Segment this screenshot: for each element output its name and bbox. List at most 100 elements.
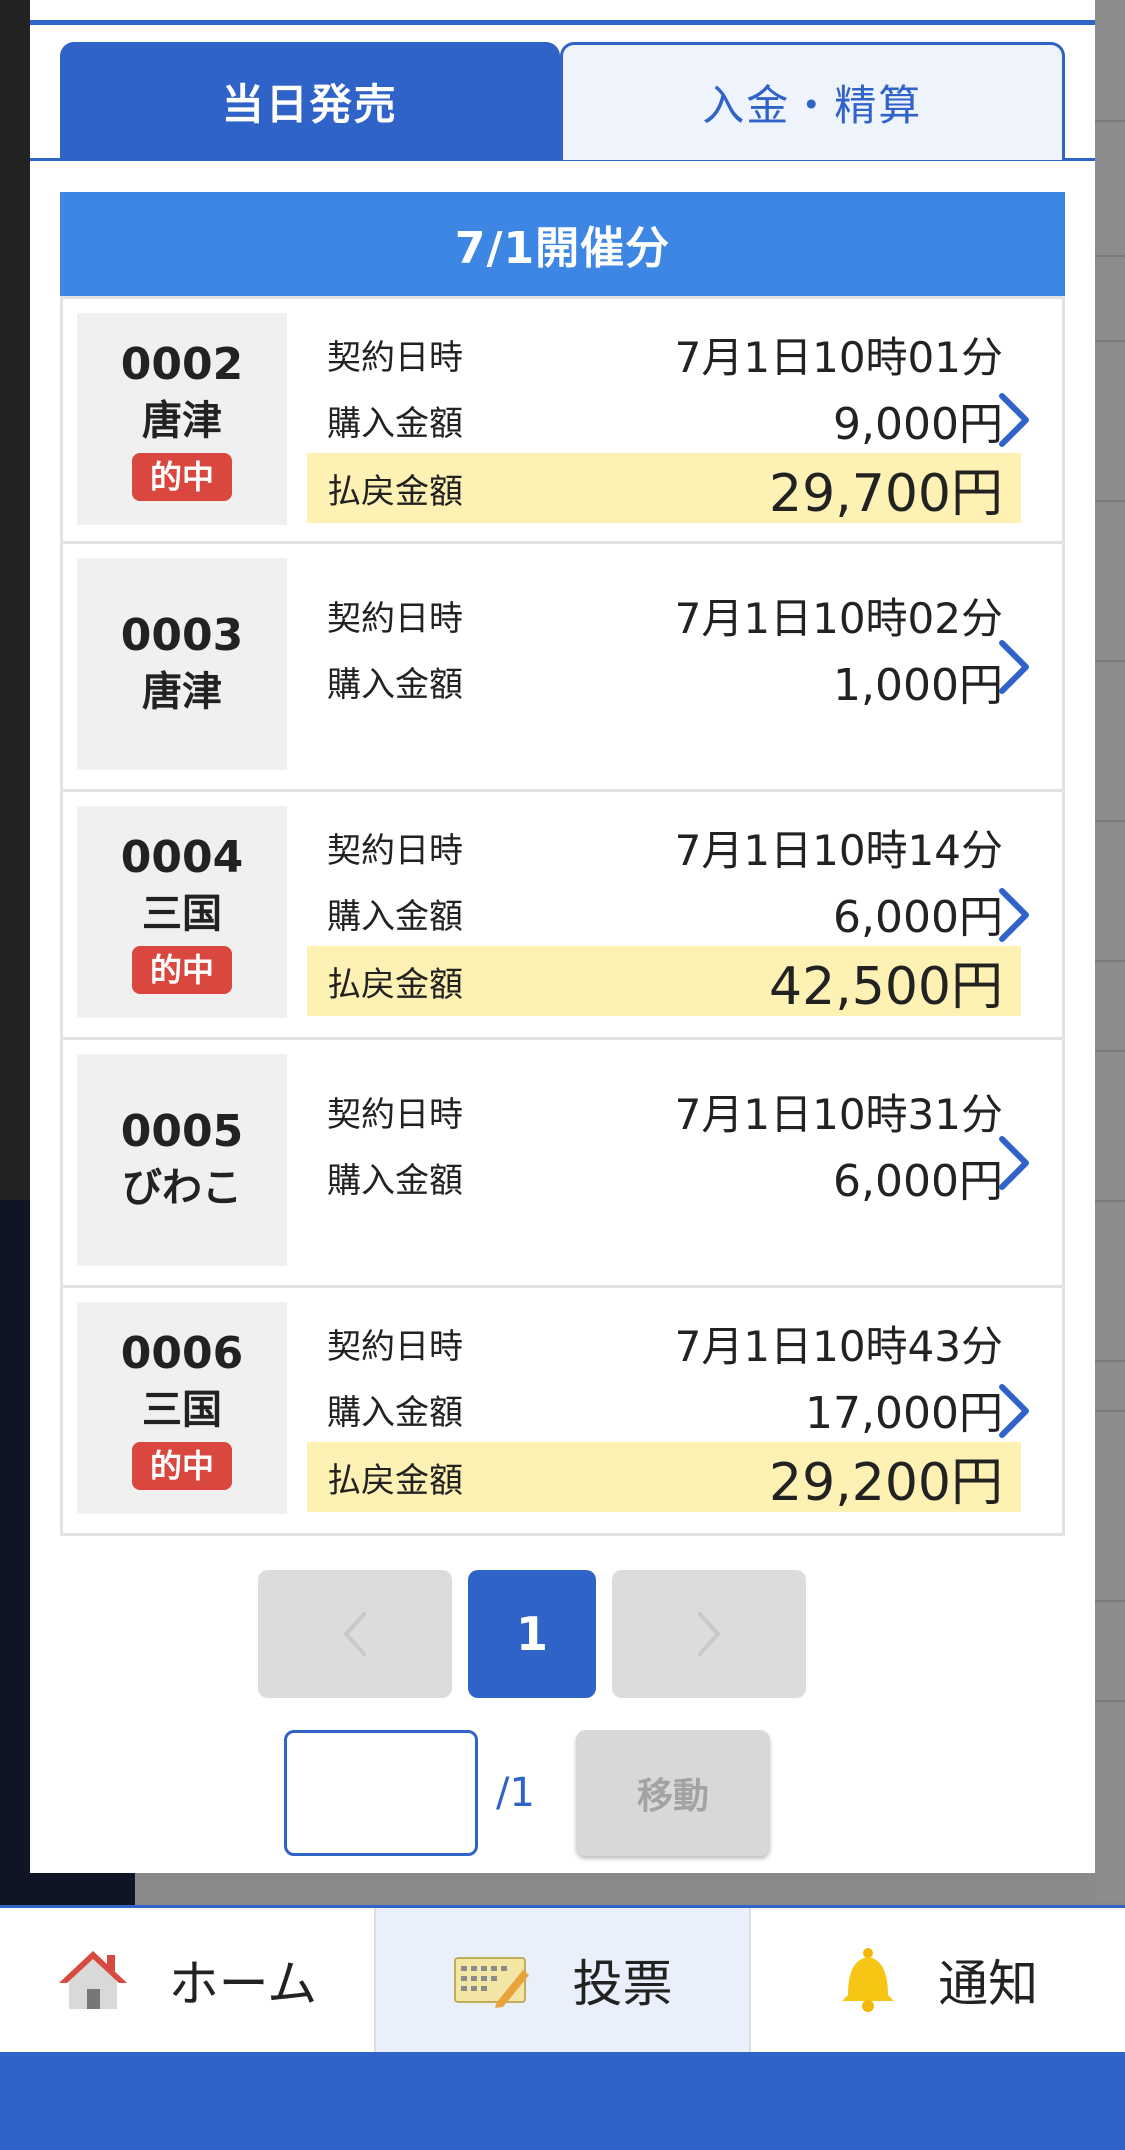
chevron-right-icon[interactable] bbox=[992, 1133, 1036, 1193]
ticket-details: 契約日時 7月1日10時02分 購入金額 1,000円 bbox=[307, 582, 1021, 714]
chevron-right-icon bbox=[698, 1612, 721, 1656]
prev-page-button[interactable] bbox=[258, 1570, 452, 1698]
purchase-amount-row: 購入金額 1,000円 bbox=[307, 648, 1021, 714]
payout-amount-value: 42,500円 bbox=[769, 956, 1003, 1017]
contract-time-value: 7月1日10時14分 bbox=[674, 825, 1003, 875]
race-number: 0002 bbox=[120, 339, 244, 390]
payout-amount-label: 払戻金額 bbox=[327, 1460, 463, 1501]
purchase-amount-label: 購入金額 bbox=[327, 664, 463, 705]
purchase-amount-value: 6,000円 bbox=[833, 1156, 1003, 1207]
chevron-right-icon[interactable] bbox=[992, 1381, 1036, 1441]
contract-time-row: 契約日時 7月1日10時31分 bbox=[307, 1078, 1021, 1144]
chevron-right-icon[interactable] bbox=[992, 390, 1036, 450]
contract-time-row: 契約日時 7月1日10時02分 bbox=[307, 582, 1021, 648]
chevron-right-icon[interactable] bbox=[992, 885, 1036, 945]
hit-badge: 的中 bbox=[131, 1442, 232, 1490]
contract-time-row: 契約日時 7月1日10時14分 bbox=[307, 814, 1021, 880]
ticket-details: 契約日時 7月1日10時01分 購入金額 9,000円 払戻金額 29,700円 bbox=[307, 321, 1021, 524]
contract-time-label: 契約日時 bbox=[327, 830, 463, 871]
tab-deposit-settlement[interactable]: 入金・精算 bbox=[559, 42, 1065, 160]
payout-amount-label: 払戻金額 bbox=[327, 964, 463, 1005]
contract-time-value: 7月1日10時31分 bbox=[674, 1089, 1003, 1139]
ticket-details: 契約日時 7月1日10時14分 購入金額 6,000円 払戻金額 42,500円 bbox=[307, 814, 1021, 1017]
contract-time-value: 7月1日10時02分 bbox=[674, 593, 1003, 643]
ticket-row[interactable]: 0004 三国 的中 契約日時 7月1日10時14分 購入金額 6,000円 払… bbox=[60, 792, 1065, 1040]
race-info-box: 0004 三国 的中 bbox=[77, 806, 287, 1018]
venue-name: 三国 bbox=[142, 1387, 222, 1433]
background-left bbox=[0, 0, 30, 1200]
ticket-row[interactable]: 0006 三国 的中 契約日時 7月1日10時43分 購入金額 17,000円 … bbox=[60, 1288, 1065, 1536]
next-page-button[interactable] bbox=[612, 1570, 806, 1698]
payout-amount-value: 29,700円 bbox=[769, 463, 1003, 524]
page-number-button[interactable]: 1 bbox=[468, 1570, 596, 1698]
race-number: 0006 bbox=[120, 1328, 244, 1379]
race-info-box: 0006 三国 的中 bbox=[77, 1302, 287, 1514]
venue-name: 唐津 bbox=[142, 398, 222, 444]
purchase-amount-label: 購入金額 bbox=[327, 1392, 463, 1433]
race-number: 0003 bbox=[120, 610, 244, 661]
race-number: 0004 bbox=[120, 832, 244, 883]
hit-badge: 的中 bbox=[131, 453, 232, 501]
payout-amount-row: 払戻金額 29,200円 bbox=[307, 1442, 1021, 1513]
home-icon bbox=[58, 1951, 127, 2009]
ticket-details: 契約日時 7月1日10時31分 購入金額 6,000円 bbox=[307, 1078, 1021, 1210]
chevron-right-icon[interactable] bbox=[992, 637, 1036, 697]
ticket-details: 契約日時 7月1日10時43分 購入金額 17,000円 払戻金額 29,200… bbox=[307, 1310, 1021, 1513]
purchase-amount-value: 6,000円 bbox=[833, 892, 1003, 943]
ticket-row[interactable]: 0005 びわこ 契約日時 7月1日10時31分 購入金額 6,000円 bbox=[60, 1040, 1065, 1288]
race-info-box: 0003 唐津 bbox=[77, 558, 287, 770]
payout-amount-row: 払戻金額 29,700円 bbox=[307, 453, 1021, 524]
chevron-left-icon bbox=[343, 1612, 366, 1656]
move-button[interactable]: 移動 bbox=[576, 1730, 770, 1856]
contract-time-label: 契約日時 bbox=[327, 598, 463, 639]
nav-notifications-label: 通知 bbox=[938, 1955, 1039, 2013]
venue-name: 唐津 bbox=[142, 669, 222, 715]
race-info-box: 0005 びわこ bbox=[77, 1054, 287, 1266]
contract-time-label: 契約日時 bbox=[327, 1326, 463, 1367]
purchase-amount-label: 購入金額 bbox=[327, 1160, 463, 1201]
contract-time-value: 7月1日10時01分 bbox=[674, 332, 1003, 382]
race-info-box: 0002 唐津 的中 bbox=[77, 313, 287, 525]
payout-amount-row: 払戻金額 42,500円 bbox=[307, 946, 1021, 1017]
tab-bar: 当日発売 入金・精算 bbox=[60, 42, 1065, 160]
contract-time-value: 7月1日10時43分 bbox=[674, 1321, 1003, 1371]
total-pages-label: /1 bbox=[496, 1770, 535, 1816]
purchase-amount-row: 購入金額 9,000円 bbox=[307, 387, 1021, 453]
ticket-list: 0002 唐津 的中 契約日時 7月1日10時01分 購入金額 9,000円 払… bbox=[60, 296, 1065, 1536]
ticket-row[interactable]: 0003 唐津 契約日時 7月1日10時02分 購入金額 1,000円 bbox=[60, 544, 1065, 792]
bell-icon bbox=[842, 1948, 895, 2012]
venue-name: びわこ bbox=[122, 1165, 242, 1211]
page-number-input[interactable] bbox=[284, 1730, 478, 1856]
purchase-amount-value: 1,000円 bbox=[833, 660, 1003, 711]
payout-amount-label: 払戻金額 bbox=[327, 471, 463, 512]
contract-time-row: 契約日時 7月1日10時01分 bbox=[307, 321, 1021, 387]
contract-time-label: 契約日時 bbox=[327, 337, 463, 378]
bottom-navigation: ホーム 投票 通知 bbox=[0, 1905, 1125, 2052]
purchase-amount-value: 9,000円 bbox=[833, 399, 1003, 450]
background-right bbox=[1095, 0, 1125, 1900]
contract-time-label: 契約日時 bbox=[327, 1094, 463, 1135]
nav-vote-label: 投票 bbox=[572, 1955, 673, 2013]
date-section-header: 7/1開催分 bbox=[60, 192, 1065, 296]
vote-ticket-icon bbox=[453, 1957, 529, 2008]
page-jump: /1 移動 bbox=[284, 1730, 770, 1856]
purchase-amount-row: 購入金額 17,000円 bbox=[307, 1376, 1021, 1442]
purchase-amount-label: 購入金額 bbox=[327, 896, 463, 937]
venue-name: 三国 bbox=[142, 891, 222, 937]
hit-badge: 的中 bbox=[131, 946, 232, 994]
purchase-amount-value: 17,000円 bbox=[805, 1388, 1003, 1439]
purchase-amount-label: 購入金額 bbox=[327, 403, 463, 444]
purchase-amount-row: 購入金額 6,000円 bbox=[307, 1144, 1021, 1210]
bottom-bar bbox=[0, 2052, 1125, 2150]
nav-home-label: ホーム bbox=[168, 1955, 318, 2013]
race-number: 0005 bbox=[120, 1106, 244, 1157]
contract-time-row: 契約日時 7月1日10時43分 bbox=[307, 1310, 1021, 1376]
nav-vote[interactable]: 投票 bbox=[375, 1908, 752, 2052]
pagination: 1 bbox=[258, 1570, 806, 1698]
ticket-row[interactable]: 0002 唐津 的中 契約日時 7月1日10時01分 購入金額 9,000円 払… bbox=[60, 296, 1065, 544]
tab-same-day-sales[interactable]: 当日発売 bbox=[60, 42, 560, 160]
nav-home[interactable]: ホーム bbox=[0, 1908, 376, 2052]
payout-amount-value: 29,200円 bbox=[769, 1452, 1003, 1513]
nav-notifications[interactable]: 通知 bbox=[751, 1908, 1125, 2052]
purchase-amount-row: 購入金額 6,000円 bbox=[307, 880, 1021, 946]
